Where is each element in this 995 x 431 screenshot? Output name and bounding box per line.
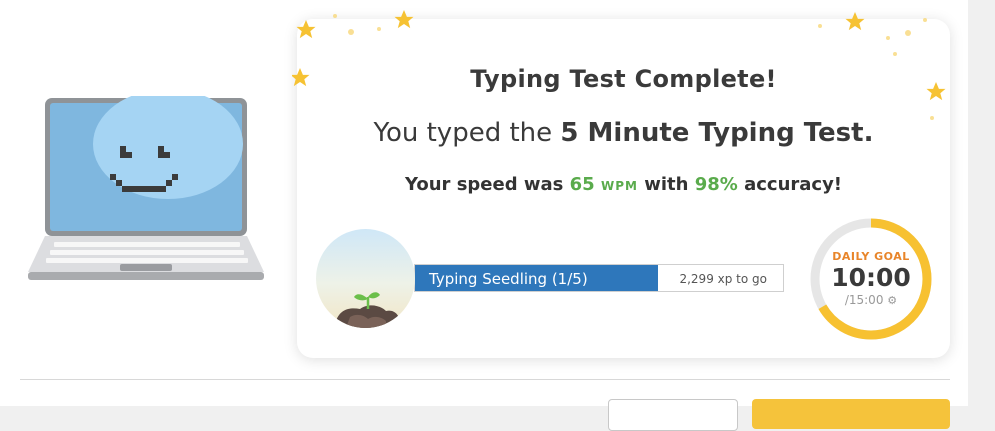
accuracy-value: 98%	[694, 174, 738, 195]
daily-goal-time: 10:00	[831, 263, 911, 292]
secondary-button[interactable]	[608, 399, 738, 431]
speed-suffix: accuracy!	[737, 174, 843, 195]
main-panel: Typing Test Complete! You typed the 5 Mi…	[0, 0, 968, 431]
gear-icon[interactable]: ⚙	[887, 294, 897, 307]
speed-summary: Your speed was 65 WPM with 98% accuracy!	[297, 174, 950, 195]
daily-goal-label: DAILY GOAL	[832, 250, 910, 263]
speed-prefix: Your speed was	[404, 174, 570, 195]
wpm-value: 65	[569, 174, 595, 195]
daily-goal-widget[interactable]: DAILY GOAL 10:00 /15:00 ⚙	[809, 217, 933, 341]
speed-middle: with	[637, 174, 695, 195]
rank-label: Typing Seedling (1/5)	[429, 270, 588, 288]
seedling-rank-icon	[316, 229, 415, 328]
result-card: Typing Test Complete! You typed the 5 Mi…	[297, 19, 950, 358]
xp-to-go: 2,299 xp to go	[679, 272, 767, 286]
test-name: 5 Minute Typing Test.	[560, 118, 874, 148]
result-title: Typing Test Complete!	[470, 65, 777, 93]
daily-goal-total: /15:00 ⚙	[809, 293, 933, 307]
xp-progress-bar: Typing Seedling (1/5) 2,299 xp to go	[414, 264, 784, 292]
daily-goal-total-value: /15:00	[844, 293, 884, 307]
primary-button[interactable]	[752, 399, 950, 429]
wpm-unit: WPM	[600, 179, 638, 193]
divider	[20, 379, 950, 380]
subtitle-prefix: You typed the	[373, 118, 561, 148]
laptop-mascot-icon	[28, 96, 264, 280]
result-subtitle: You typed the 5 Minute Typing Test.	[297, 118, 950, 148]
